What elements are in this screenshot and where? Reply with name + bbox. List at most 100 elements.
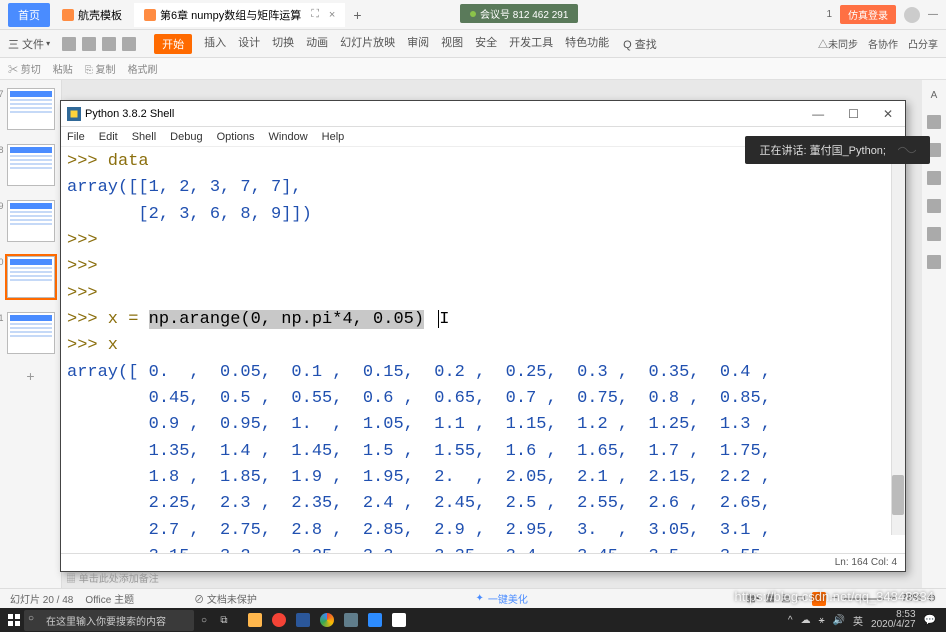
slide-counter: 幻灯片 20 / 48 <box>10 591 73 606</box>
file-menu[interactable]: 三 文件▾ <box>8 36 50 52</box>
tab-template[interactable]: 航壳模板 <box>52 3 132 27</box>
notification-icon[interactable]: 💬 <box>924 615 936 626</box>
slide-number: 19 <box>0 201 4 211</box>
login-button[interactable]: 仿真登录 <box>840 5 896 24</box>
strip-a[interactable]: A <box>931 90 938 101</box>
app-record[interactable] <box>268 610 290 630</box>
undo-icon[interactable] <box>102 37 116 51</box>
ribbon-tab-animation[interactable]: 动画 <box>306 34 328 54</box>
strip-icon-3[interactable] <box>927 171 941 185</box>
ribbon-tab-features[interactable]: 特色功能 <box>565 34 609 54</box>
ribbon: 三 文件▾ 开始 插入 设计 切换 动画 幻灯片放映 审阅 视图 安全 开发工具… <box>0 30 946 58</box>
cursor-position: Ln: 164 Col: 4 <box>835 557 897 568</box>
app-python[interactable] <box>388 610 410 630</box>
slide-thumb-19[interactable]: 19 <box>7 200 55 242</box>
sync-status[interactable]: △未同步 <box>818 36 858 51</box>
speaking-toast: 正在讲话: 董付国_Python; <box>745 136 930 164</box>
python-icon <box>67 107 81 121</box>
tray-ime[interactable]: 英 <box>853 613 863 628</box>
shell-title: Python 3.8.2 Shell <box>85 108 174 120</box>
cortana-icon[interactable]: ○ <box>194 610 214 630</box>
slide-number: 17 <box>0 89 4 99</box>
scrollbar-thumb[interactable] <box>892 475 904 515</box>
app-explorer[interactable] <box>244 610 266 630</box>
shell-titlebar[interactable]: Python 3.8.2 Shell — ☐ ✕ <box>61 101 905 127</box>
shell-statusbar: Ln: 164 Col: 4 <box>61 553 905 571</box>
system-tray: ^ ☁ ⚹ 🔊 英 8:53 2020/4/27 💬 <box>788 610 942 630</box>
save-icon[interactable] <box>62 37 76 51</box>
meeting-badge[interactable]: 会议号 812 462 291 <box>460 4 578 23</box>
strip-icon-6[interactable] <box>927 255 941 269</box>
slide-thumb-20[interactable]: 20 <box>7 256 55 298</box>
ribbon-tab-insert[interactable]: 插入 <box>204 34 226 54</box>
meeting-dot-icon <box>470 11 476 17</box>
ribbon-tab-review[interactable]: 审阅 <box>407 34 429 54</box>
taskbar-apps <box>244 610 410 630</box>
shell-scrollbar[interactable] <box>891 147 905 535</box>
copy-button[interactable]: ⎘ 复制 <box>85 61 116 76</box>
menu-shell[interactable]: Shell <box>132 131 156 143</box>
slide-thumb-21[interactable]: 21 <box>7 312 55 354</box>
ribbon-tab-transition[interactable]: 切换 <box>272 34 294 54</box>
collab-button[interactable]: 各协作 <box>868 36 898 51</box>
menu-debug[interactable]: Debug <box>170 131 202 143</box>
slide-thumb-17[interactable]: 17 <box>7 88 55 130</box>
ribbon-tab-security[interactable]: 安全 <box>475 34 497 54</box>
menu-options[interactable]: Options <box>217 131 255 143</box>
redo-icon[interactable] <box>122 37 136 51</box>
taskbar-search[interactable]: ○在这里输入你要搜索的内容 <box>24 610 194 631</box>
menu-file[interactable]: File <box>67 131 85 143</box>
win-close-icon[interactable]: ✕ <box>877 107 899 121</box>
avatar[interactable] <box>904 7 920 23</box>
strip-icon-4[interactable] <box>927 199 941 213</box>
search-icon: ○ <box>28 613 34 624</box>
ribbon-tab-view[interactable]: 视图 <box>441 34 463 54</box>
ribbon-tab-design[interactable]: 设计 <box>238 34 260 54</box>
tray-volume-icon[interactable]: 🔊 <box>833 615 845 626</box>
clipboard-toolbar: ✂ 剪切 粘贴 ⎘ 复制 格式刷 <box>0 58 946 80</box>
start-button[interactable] <box>4 610 24 630</box>
menu-help[interactable]: Help <box>322 131 345 143</box>
paste-button[interactable]: 粘贴 <box>53 61 73 76</box>
win-minimize-icon[interactable]: — <box>806 107 830 121</box>
ribbon-search[interactable]: Q 查找 <box>623 36 657 52</box>
app-word[interactable] <box>292 610 314 630</box>
beautify-button[interactable]: ✦ 一键美化 <box>476 591 528 606</box>
slide-thumb-18[interactable]: 18 <box>7 144 55 186</box>
ribbon-tab-slideshow[interactable]: 幻灯片放映 <box>340 34 395 54</box>
tray-cloud-icon[interactable]: ☁ <box>801 615 811 626</box>
python-shell-window: Python 3.8.2 Shell — ☐ ✕ File Edit Shell… <box>60 100 906 572</box>
tab-home[interactable]: 首页 <box>8 3 50 27</box>
strip-icon-5[interactable] <box>927 227 941 241</box>
ribbon-tab-devtools[interactable]: 开发工具 <box>509 34 553 54</box>
notes-hint[interactable]: ▦ 单击此处添加备注 <box>62 570 906 584</box>
wps-icon <box>62 9 74 21</box>
quick-access <box>62 37 136 51</box>
tab-close-icon[interactable]: × <box>329 9 335 21</box>
win-maximize-icon[interactable]: ☐ <box>842 107 865 121</box>
close-icon[interactable]: ⛶ <box>311 8 319 21</box>
date: 2020/4/27 <box>871 620 916 630</box>
share-button[interactable]: 凸分享 <box>908 36 938 51</box>
tray-up-icon[interactable]: ^ <box>788 615 793 626</box>
new-slide-button[interactable]: + <box>0 368 61 384</box>
format-painter-button[interactable]: 格式刷 <box>128 61 158 76</box>
ribbon-tab-start[interactable]: 开始 <box>154 34 192 54</box>
shell-content[interactable]: >>> dataarray([[1, 2, 3, 7, 7], [2, 3, 6… <box>61 147 905 553</box>
app-settings[interactable] <box>340 610 362 630</box>
menu-window[interactable]: Window <box>269 131 308 143</box>
clock[interactable]: 8:53 2020/4/27 <box>871 610 916 630</box>
taskview-icon[interactable]: ⧉ <box>214 610 234 630</box>
tab-numpy-chapter[interactable]: 第6章 numpy数组与矩阵运算⛶× <box>134 3 345 27</box>
menu-edit[interactable]: Edit <box>99 131 118 143</box>
minimize-icon[interactable]: — <box>928 9 938 20</box>
print-icon[interactable] <box>82 37 96 51</box>
tab-count: 1 <box>826 9 832 20</box>
browser-tabs: 首页 航壳模板 第6章 numpy数组与矩阵运算⛶× + 会议号 812 462… <box>0 0 946 30</box>
cut-button[interactable]: ✂ 剪切 <box>8 61 41 76</box>
tray-wifi-icon[interactable]: ⚹ <box>819 615 825 626</box>
new-tab-button[interactable]: + <box>353 7 361 23</box>
strip-icon-1[interactable] <box>927 115 941 129</box>
app-zoom[interactable] <box>364 610 386 630</box>
app-chrome[interactable] <box>316 610 338 630</box>
